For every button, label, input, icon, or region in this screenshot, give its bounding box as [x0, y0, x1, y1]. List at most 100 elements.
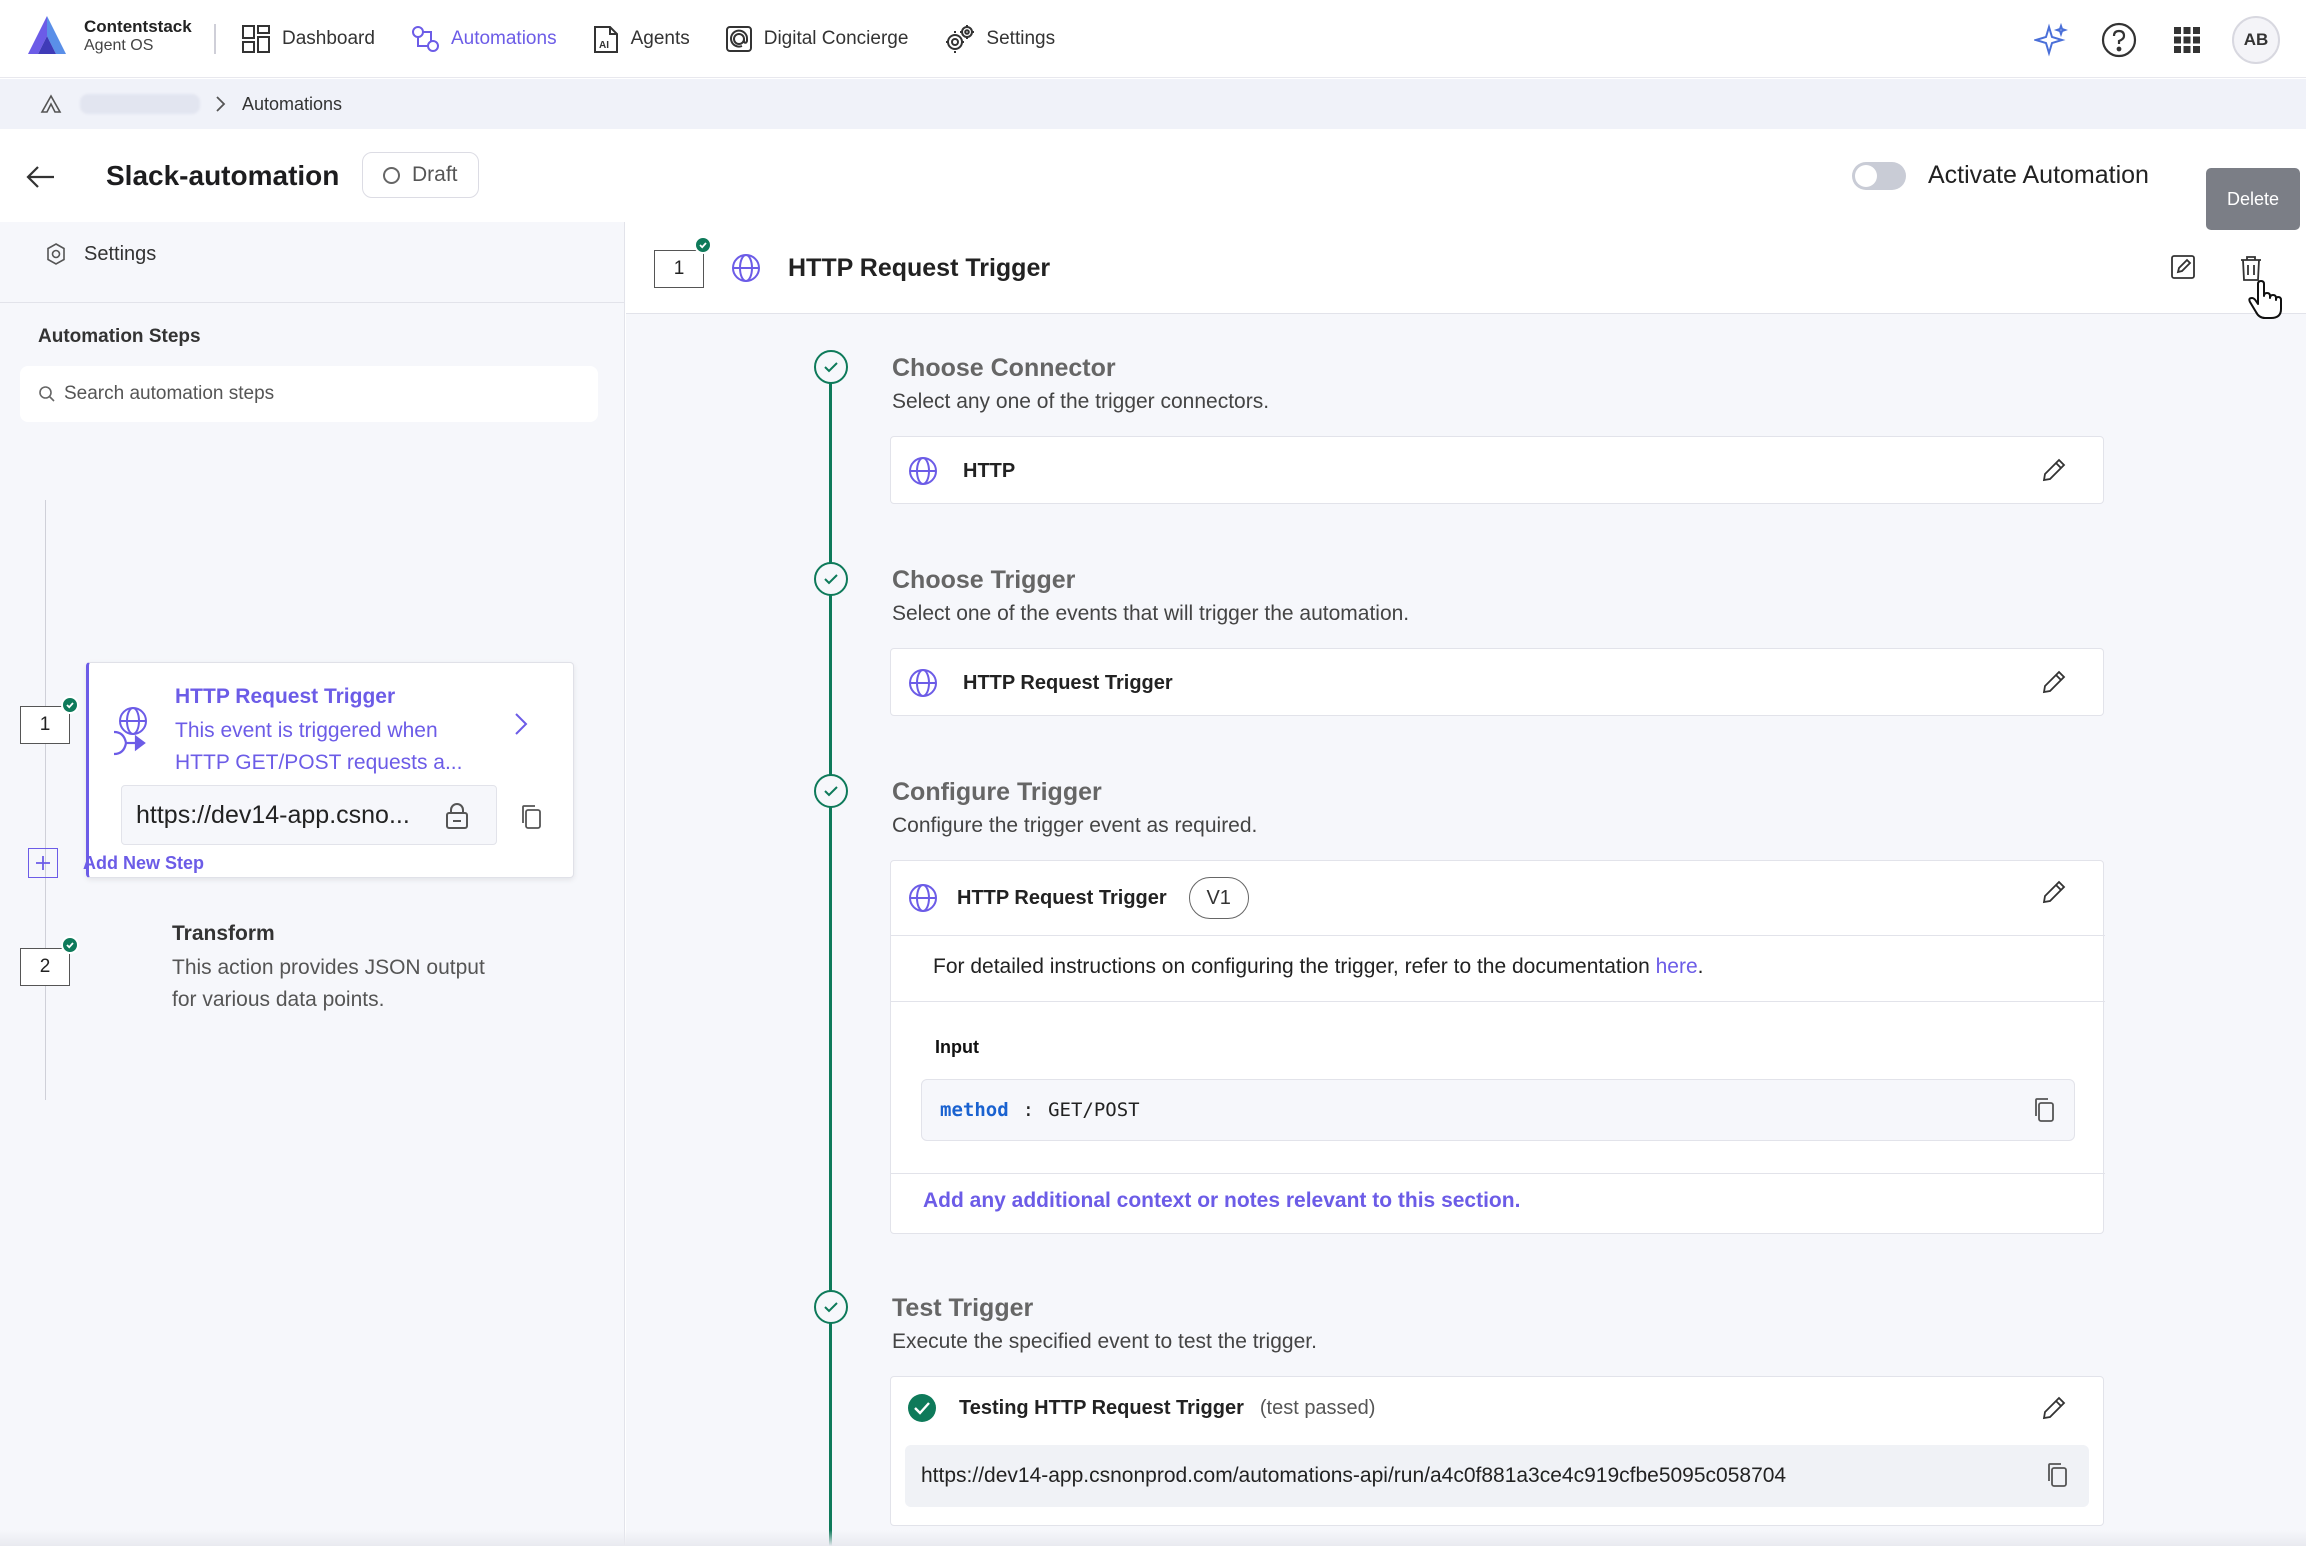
breadcrumb: Automations [0, 79, 2306, 129]
settings-icon [47, 243, 65, 265]
test-box: Testing HTTP Request Trigger (test passe… [890, 1376, 2104, 1526]
automations-icon [411, 26, 439, 52]
step-detail-panel: 1 HTTP Request Trigger Choose Connector … [626, 222, 2306, 1546]
step-detail-title: HTTP Request Trigger [788, 254, 1051, 282]
step-title: HTTP Request Trigger [175, 685, 396, 708]
step-description: This action provides JSON output for var… [172, 956, 485, 1011]
nav-agents[interactable]: AI Agents [591, 23, 690, 55]
step-number-2: 2 [20, 948, 70, 986]
section-title: Configure Trigger [892, 778, 1102, 806]
chevron-right-icon [515, 713, 528, 735]
timeline-check-icon [814, 1290, 848, 1324]
divider [891, 935, 2105, 936]
globe-icon [909, 669, 937, 697]
test-url-field[interactable]: https://dev14-app.csnonprod.com/automati… [905, 1445, 2089, 1507]
doc-link[interactable]: here [1656, 955, 1698, 978]
divider [891, 1001, 2105, 1002]
section-subtitle: Select one of the events that will trigg… [892, 602, 1410, 625]
contentstack-logo-icon [28, 16, 66, 54]
section-title: Test Trigger [892, 1294, 1034, 1322]
step-complete-check-icon [61, 696, 79, 714]
copy-icon[interactable] [2032, 1096, 2056, 1124]
add-notes-link[interactable]: Add any additional context or notes rele… [923, 1189, 1520, 1213]
hand-cursor-icon [2248, 280, 2282, 319]
breadcrumb-project-redacted[interactable] [80, 94, 200, 114]
input-code-block: method : GET/POST [921, 1079, 2075, 1141]
section-title: Choose Connector [892, 354, 1116, 382]
divider [0, 302, 625, 303]
connector-box: HTTP [890, 436, 2104, 504]
nav-agents-label: Agents [630, 28, 690, 49]
trigger-url-field[interactable]: https://dev14-app.csno... [121, 785, 497, 845]
svg-text:AI: AI [599, 40, 609, 51]
search-input[interactable] [64, 383, 584, 405]
back-arrow-icon[interactable] [24, 160, 58, 194]
status-dot-icon [383, 166, 400, 184]
lock-icon [446, 803, 468, 829]
steps-sidebar: Settings Automation Steps 1 HTTP Request… [0, 222, 625, 1546]
globe-icon [732, 254, 760, 282]
configure-box: HTTP Request Trigger V1 For detailed ins… [890, 860, 2105, 1234]
step-card-http-trigger[interactable]: HTTP Request Trigger This event is trigg… [86, 662, 574, 878]
section-subtitle: Configure the trigger event as required. [892, 814, 1258, 837]
gear-icon [946, 25, 975, 53]
globe-icon [909, 884, 937, 912]
copy-icon[interactable] [2045, 1461, 2069, 1489]
configure-value: HTTP Request Trigger [957, 886, 1167, 909]
section-subtitle: Execute the specified event to test the … [892, 1330, 1317, 1353]
documentation-note: For detailed instructions on configuring… [933, 955, 1703, 979]
nav-dashboard[interactable]: Dashboard [240, 23, 375, 55]
brand-logo[interactable]: Contentstack Agent OS [24, 14, 192, 58]
step-number-1: 1 [20, 706, 70, 744]
home-logo-icon[interactable] [40, 94, 62, 114]
search-icon [39, 386, 55, 402]
timeline-check-icon [814, 774, 848, 808]
ai-assistant-button[interactable] [2028, 17, 2074, 63]
timeline-check-icon [814, 562, 848, 596]
activate-automation-label: Activate Automation [1928, 161, 2149, 189]
apps-grid-icon [2174, 27, 2200, 53]
status-label: Draft [412, 163, 458, 186]
sparkle-icon [2034, 23, 2068, 57]
pencil-icon[interactable] [2041, 457, 2067, 483]
step-connector-line [45, 500, 46, 1100]
test-url-value: https://dev14-app.csnonprod.com/automati… [921, 1464, 1787, 1487]
help-button[interactable] [2096, 17, 2142, 63]
step-detail-header: 1 HTTP Request Trigger [626, 222, 2306, 319]
brand-divider [214, 24, 216, 54]
user-avatar[interactable]: AB [2232, 16, 2280, 64]
nav-settings[interactable]: Settings [942, 22, 1055, 56]
nav-digital-concierge[interactable]: Digital Concierge [724, 24, 908, 54]
add-new-step-button[interactable]: Add New Step [28, 848, 204, 878]
automation-header: Slack-automation Draft Activate Automati… [0, 130, 2306, 222]
doc-period: . [1697, 955, 1704, 978]
top-navigation: Contentstack Agent OS Dashboard Automati… [0, 0, 2306, 78]
edit-icon[interactable] [2170, 254, 2196, 280]
check-circle-icon [908, 1394, 936, 1422]
pencil-icon[interactable] [2041, 1395, 2067, 1421]
apps-grid-button[interactable] [2164, 17, 2210, 63]
agents-icon: AI [593, 26, 618, 53]
nav-automations[interactable]: Automations [409, 23, 557, 55]
help-icon [2101, 22, 2137, 58]
copy-icon[interactable] [519, 803, 543, 831]
nav-settings-label: Settings [986, 28, 1056, 49]
input-value: GET/POST [1048, 1099, 1140, 1121]
bottom-shadow [0, 1530, 2306, 1546]
toggle-knob [1855, 165, 1877, 187]
section-title: Choose Trigger [892, 566, 1076, 594]
trash-icon[interactable] [2238, 254, 2264, 282]
step-complete-check-icon [694, 236, 712, 254]
brand-name: Contentstack [84, 17, 192, 37]
pencil-icon[interactable] [2041, 879, 2067, 905]
progress-timeline [829, 368, 832, 1546]
step-number-1: 1 [654, 250, 704, 288]
pencil-icon[interactable] [2041, 669, 2067, 695]
connector-selection: HTTP [907, 455, 1015, 487]
trigger-selection: HTTP Request Trigger [907, 667, 1173, 699]
step-search [20, 366, 598, 422]
automation-settings-link[interactable]: Settings [44, 242, 156, 266]
connector-value: HTTP [963, 459, 1016, 482]
nav-automations-label: Automations [450, 28, 557, 49]
activate-automation-toggle[interactable] [1852, 162, 1906, 190]
